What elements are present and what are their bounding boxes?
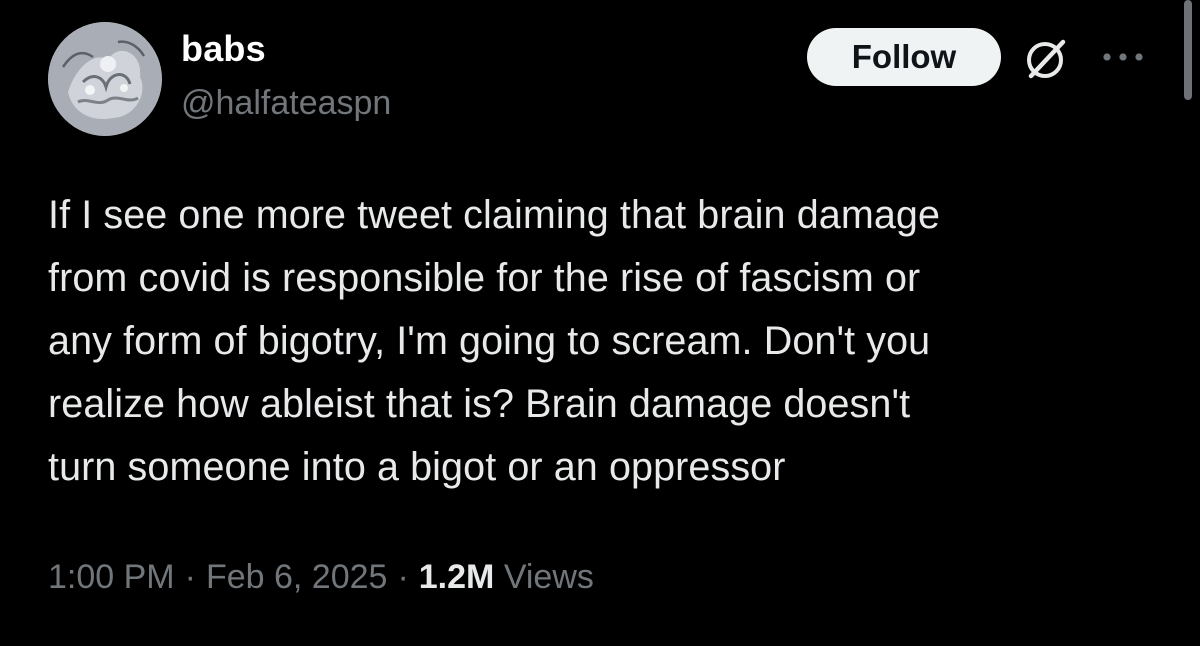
follow-button[interactable]: Follow [807, 28, 1001, 86]
display-name[interactable]: babs [181, 28, 266, 70]
avatar[interactable] [48, 22, 162, 136]
meta-separator: · [184, 558, 196, 596]
tweet-text: If I see one more tweet claiming that br… [48, 193, 941, 489]
views-label: Views [503, 558, 594, 596]
user-handle[interactable]: @halfateaspn [181, 84, 391, 123]
grok-icon[interactable] [1021, 34, 1071, 84]
ornate-statue-icon [48, 22, 162, 136]
scrollbar[interactable] [1184, 0, 1192, 100]
tweet-meta: 1:00 PM · Feb 6, 2025 · 1.2M Views [48, 558, 594, 597]
tweet-time[interactable]: 1:00 PM [48, 558, 175, 596]
more-icon[interactable] [1098, 42, 1148, 72]
tweet-date[interactable]: Feb 6, 2025 [206, 558, 387, 596]
meta-separator: · [397, 558, 409, 596]
views-count[interactable]: 1.2M [419, 558, 495, 596]
tweet-card: babs @halfateaspn Follow If I see one mo… [0, 0, 1200, 646]
